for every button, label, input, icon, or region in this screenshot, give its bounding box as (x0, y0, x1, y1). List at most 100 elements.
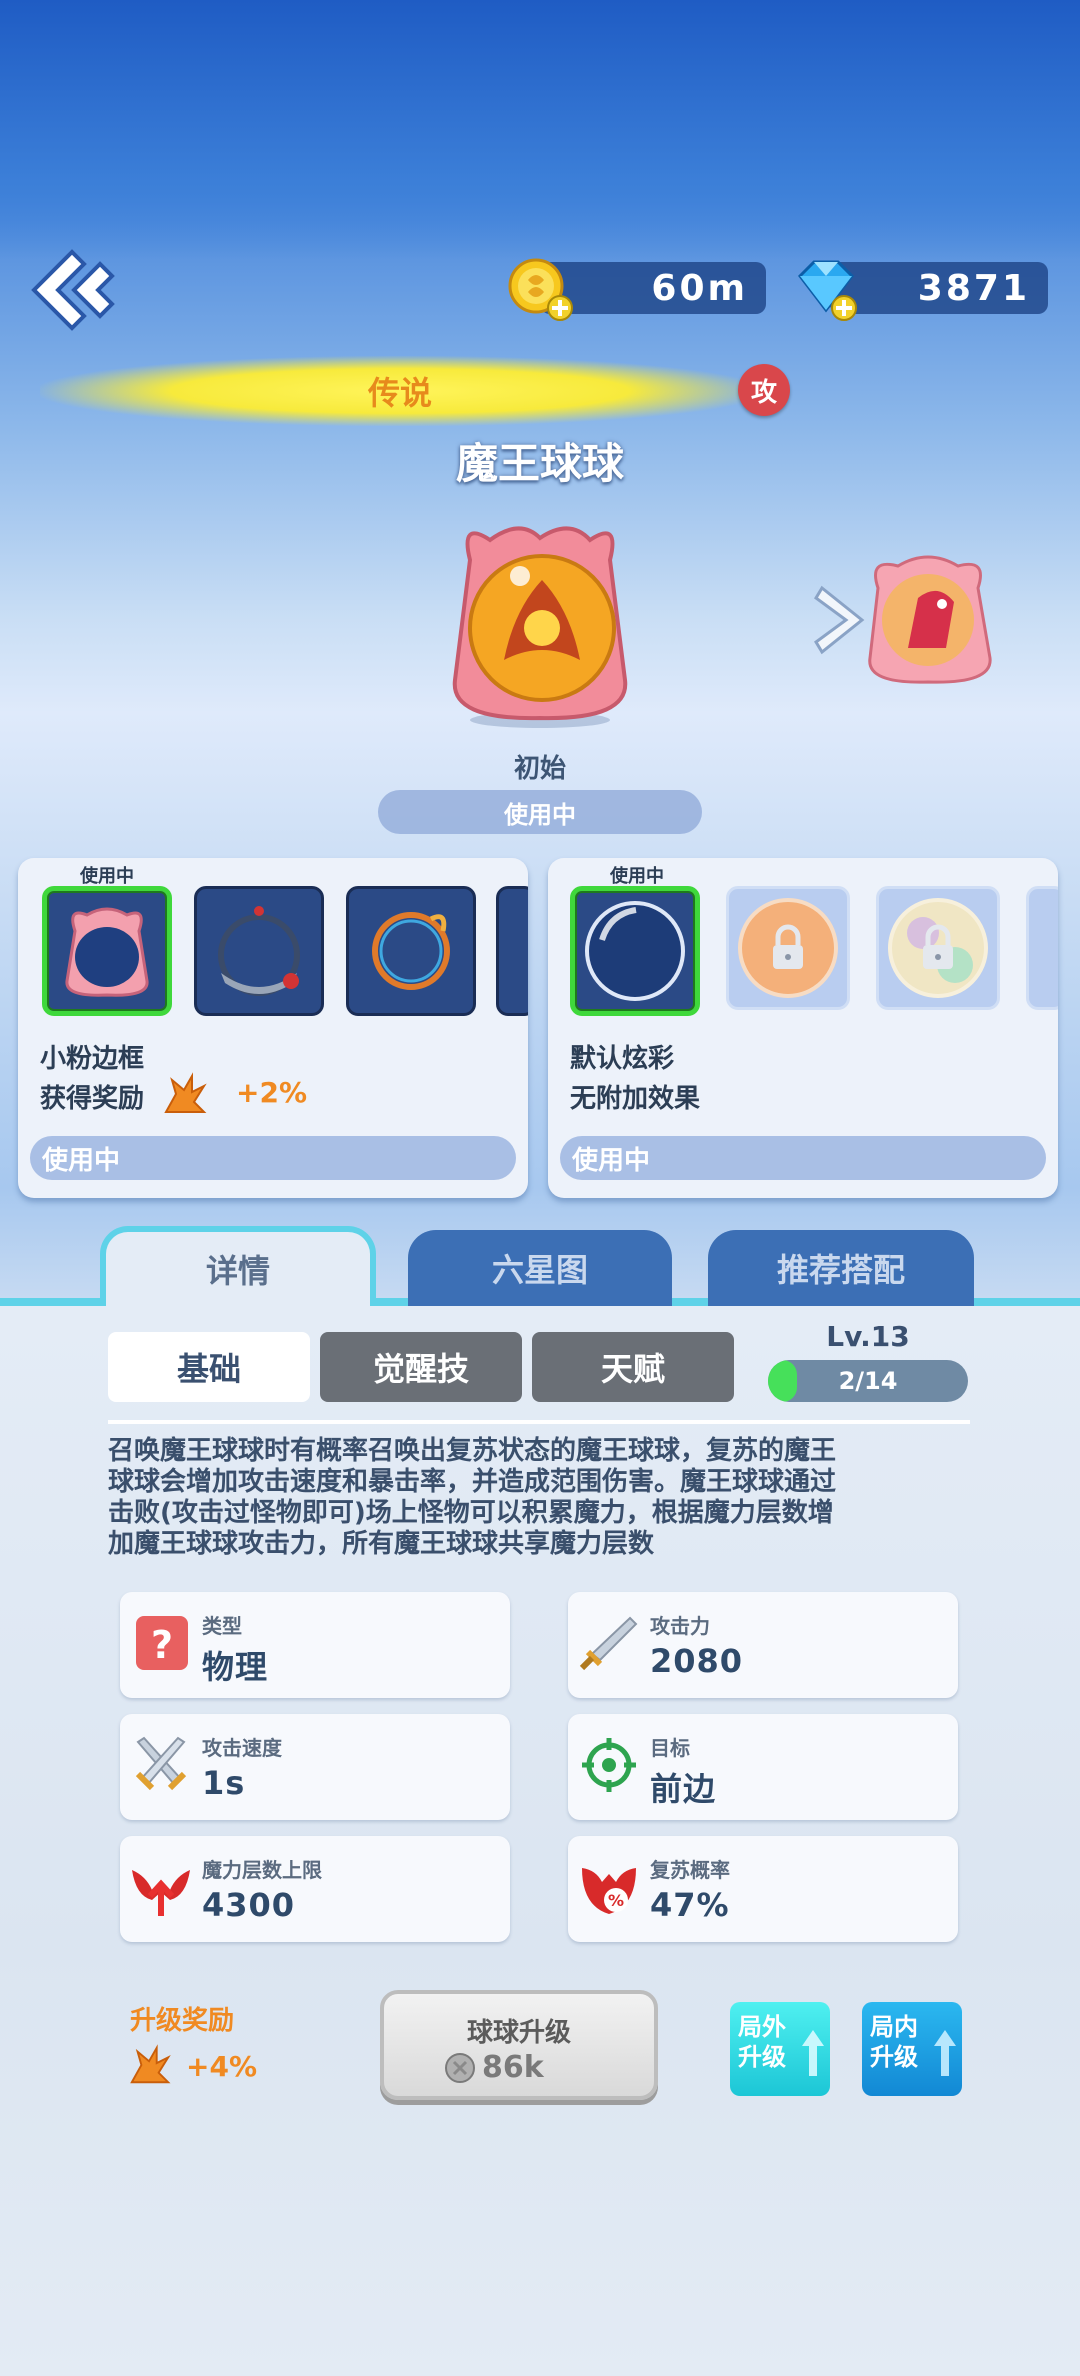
clover-coin-icon (508, 258, 573, 321)
frame-panel: 使用中 小粉边框 获得奖励 +2% 使用中 (18, 858, 528, 1198)
coin-amount: 60m (651, 267, 748, 309)
sword-icon (578, 1612, 640, 1674)
dragon-ring-frame-icon (372, 912, 450, 990)
ball-upgrade-button[interactable]: 球球升级 86k (380, 1990, 658, 2100)
gem-amount: 3871 (917, 267, 1030, 309)
subtab-basic[interactable]: 基础 (108, 1332, 310, 1402)
coin-add-button[interactable] (506, 254, 576, 324)
frame-bonus-value: +2% (236, 1076, 307, 1109)
stat-label-type: 类型 (202, 1614, 242, 1638)
rarity-label: 传说 (367, 374, 432, 412)
question-icon: ? (130, 1612, 192, 1674)
frame-inuse-tag: 使用中 (80, 866, 134, 887)
stat-label-revive: 复苏概率 (650, 1858, 730, 1882)
level-progress-text: 2/14 (838, 1367, 898, 1395)
stat-label-speed: 攻击速度 (202, 1736, 282, 1760)
upgrade-reward-title: 升级奖励 (130, 2006, 235, 2036)
stat-card-mana-cap: 魔力层数上限 4300 (120, 1836, 510, 1942)
dragon-ball-image (868, 555, 992, 684)
effect-status-label: 使用中 (572, 1145, 651, 1176)
silver-coin-icon (444, 2052, 476, 2084)
outside-upgrade-button[interactable]: 局外 升级 (730, 2002, 830, 2096)
section-divider (108, 1420, 970, 1424)
level-progress-bar: 2/14 (768, 1360, 968, 1402)
stat-label-mana-cap: 魔力层数上限 (202, 1858, 322, 1882)
stat-card-type: ? 类型 物理 (120, 1592, 510, 1698)
stat-value-attack: 2080 (650, 1642, 744, 1680)
demon-percent-icon: % (578, 1856, 640, 1918)
ball-name: 魔王球球 (455, 439, 624, 488)
tab-details[interactable]: 详情 (100, 1226, 376, 1306)
upgrade-reward-value: +4% (186, 2050, 257, 2083)
helmet-frame-icon (218, 906, 300, 996)
effect-inuse-tag: 使用中 (610, 866, 664, 887)
effect-name: 默认炫彩 (570, 1044, 675, 1074)
stat-card-speed: 攻击速度 1s (120, 1714, 510, 1820)
next-skin-preview[interactable] (858, 548, 998, 688)
ball-portrait (430, 520, 650, 730)
effect-desc: 无附加效果 (570, 1084, 701, 1114)
target-icon (578, 1734, 640, 1796)
skin-status-bar: 使用中 (378, 790, 702, 834)
gem-add-button[interactable] (790, 252, 862, 324)
effect-panel: 使用中 默认炫彩 无附加效果 使用中 (548, 858, 1058, 1198)
effect-slot-default[interactable] (570, 886, 700, 1016)
upgrade-cost: 86k (482, 2050, 544, 2085)
stat-card-attack: 攻击力 2080 (568, 1592, 958, 1698)
frame-name: 小粉边框 (40, 1044, 145, 1074)
frame-slot-dragon[interactable] (346, 886, 476, 1016)
stat-value-revive: 47% (650, 1886, 730, 1924)
frame-status-label: 使用中 (42, 1145, 121, 1176)
rarity-banner: 传说 (40, 356, 760, 426)
frame-bonus-label: 获得奖励 (40, 1084, 145, 1114)
tab-details-label: 详情 (205, 1252, 270, 1290)
tab-six-star[interactable]: 六星图 (408, 1230, 672, 1306)
stat-label-target: 目标 (650, 1736, 690, 1760)
crossed-swords-icon (130, 1734, 192, 1796)
effect-slot-partial[interactable] (1026, 886, 1058, 1010)
subtab-awaken-label: 觉醒技 (372, 1350, 469, 1388)
tab-recommended[interactable]: 推荐搭配 (708, 1230, 974, 1306)
tab-recommended-label: 推荐搭配 (776, 1251, 905, 1289)
frame-status-bar: 使用中 (30, 1136, 516, 1180)
up-arrow-icon (934, 2030, 956, 2076)
subtab-basic-label: 基础 (176, 1350, 241, 1388)
effect-status-bar: 使用中 (560, 1136, 1046, 1180)
skin-state-label: 初始 (513, 754, 566, 784)
stat-label-attack: 攻击力 (650, 1614, 710, 1638)
clear-bubble-icon (585, 901, 685, 1001)
stat-value-target: 前边 (650, 1770, 717, 1808)
subtab-awaken[interactable]: 觉醒技 (320, 1332, 522, 1402)
subtab-talent-label: 天赋 (600, 1350, 665, 1388)
pink-frame-icon (65, 907, 149, 997)
attack-type-badge: 攻 (738, 364, 790, 416)
up-arrow-icon (802, 2030, 824, 2076)
back-button[interactable] (22, 244, 118, 336)
locked-rainbow-bubble-icon (888, 898, 988, 998)
double-chevron-left-icon (31, 249, 115, 331)
effect-slot-locked-1[interactable] (726, 886, 850, 1010)
ball-description[interactable]: 召唤魔王球球时有概率召唤出复苏状态的魔王球球，复苏的魔王球球会增加攻击速度和暴击… (108, 1436, 848, 1560)
frame-slot-pink[interactable] (42, 886, 172, 1016)
svg-text:?: ? (151, 1623, 173, 1667)
upgrade-button-label: 球球升级 (466, 2018, 571, 2048)
gem-counter: 3871 (830, 262, 1048, 314)
tab-six-star-label: 六星图 (491, 1251, 588, 1289)
stat-value-mana-cap: 4300 (202, 1886, 296, 1924)
frame-slot-helmet[interactable] (194, 886, 324, 1016)
attack-type-label: 攻 (750, 377, 777, 408)
header-cloud-bg (0, 0, 1080, 260)
inside-upgrade-button[interactable]: 局内 升级 (862, 2002, 962, 2096)
frame-slot-partial[interactable] (496, 886, 528, 1016)
demon-ball-image (452, 526, 628, 728)
effect-slot-locked-2[interactable] (876, 886, 1000, 1010)
stat-value-type: 物理 (202, 1648, 269, 1686)
fire-burst-icon (162, 1072, 208, 1118)
fire-burst-icon (128, 2044, 172, 2088)
stat-card-target: 目标 前边 (568, 1714, 958, 1820)
locked-orange-bubble-icon (738, 898, 838, 998)
diamond-icon (798, 260, 857, 321)
demon-wing-arrow-icon (130, 1856, 192, 1918)
svg-text:%: % (608, 1891, 624, 1910)
subtab-talent[interactable]: 天赋 (532, 1332, 734, 1402)
